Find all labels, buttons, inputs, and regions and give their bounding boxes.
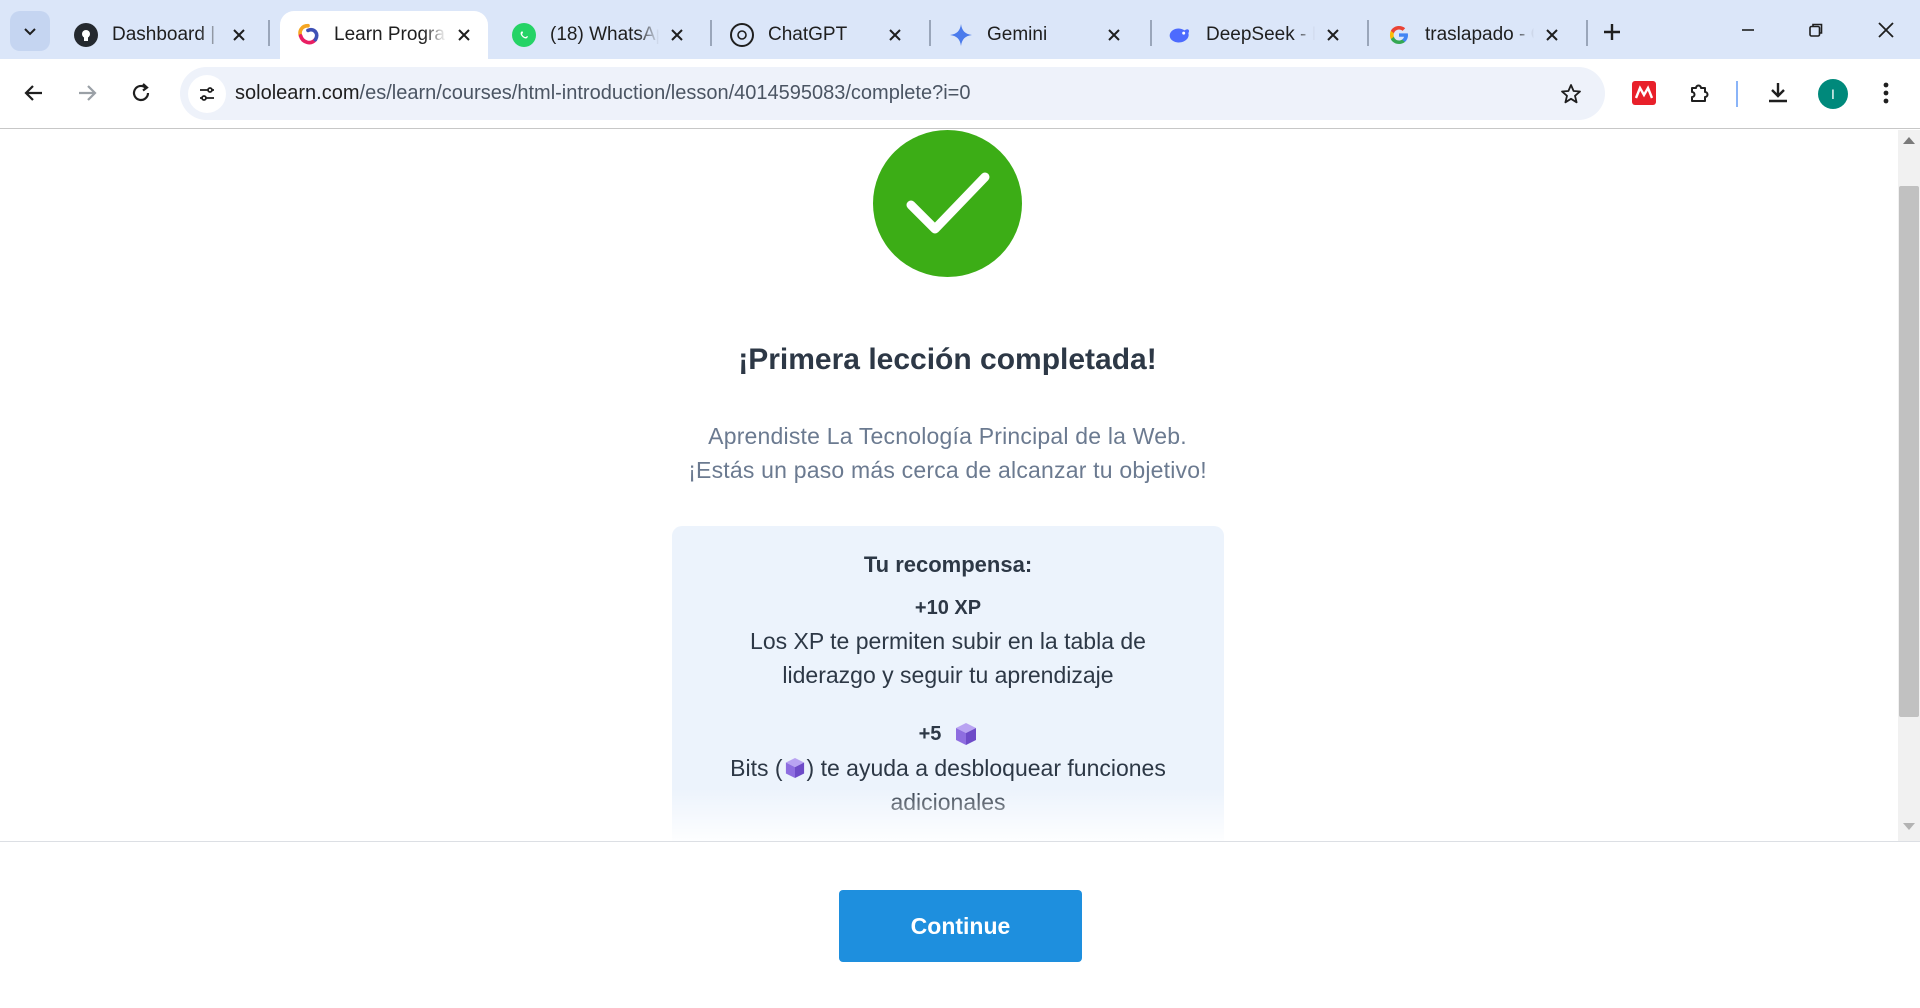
url-text[interactable]: sololearn.com/es/learn/courses/html-intr… bbox=[235, 67, 970, 120]
tab-title: ChatGPT bbox=[768, 24, 848, 45]
more-vertical-icon bbox=[1883, 82, 1889, 104]
downloads-button[interactable] bbox=[1758, 73, 1798, 113]
browser-menu-button[interactable] bbox=[1866, 73, 1906, 113]
close-icon[interactable] bbox=[227, 23, 251, 47]
xp-amount: +10 XP bbox=[914, 597, 982, 619]
checkmark-icon bbox=[906, 172, 989, 233]
scrollbar-thumb[interactable] bbox=[1899, 186, 1919, 717]
mendeley-extension-button[interactable] bbox=[1624, 73, 1664, 113]
gemini-icon bbox=[949, 23, 973, 47]
scroll-down-arrow[interactable] bbox=[1903, 823, 1915, 830]
tab-gemini[interactable]: Gemini bbox=[933, 11, 1138, 59]
tab-title: Dashboard | D bbox=[112, 24, 221, 45]
tab-deepseek[interactable]: DeepSeek - In bbox=[1152, 11, 1357, 59]
summary-line-2: ¡Estás un paso más cerca de alcanzar tu … bbox=[688, 457, 1207, 483]
puzzle-icon bbox=[1691, 84, 1709, 102]
whatsapp-icon bbox=[512, 23, 536, 47]
lesson-footer: Continue bbox=[0, 841, 1920, 1008]
arrow-right-icon bbox=[79, 85, 97, 101]
bits-desc-before: Bits ( bbox=[730, 755, 783, 781]
tab-whatsapp[interactable]: (18) WhatsApp bbox=[496, 11, 701, 59]
deepseek-icon bbox=[1168, 23, 1192, 47]
success-check-badge bbox=[873, 130, 1022, 277]
lesson-complete-page: ¡Primera lección completada! Aprendiste … bbox=[0, 130, 1900, 841]
forward-button[interactable] bbox=[67, 73, 107, 113]
close-icon[interactable] bbox=[1321, 23, 1345, 47]
profile-avatar[interactable]: I bbox=[1818, 79, 1848, 109]
close-icon[interactable] bbox=[1540, 23, 1564, 47]
tab-title: traslapado - G bbox=[1425, 24, 1534, 45]
summary-line-1: Aprendiste La Tecnología Principal de la… bbox=[708, 423, 1187, 449]
bits-amount: +5 bbox=[918, 722, 942, 745]
bits-reward-row: +5 bbox=[672, 722, 1224, 746]
new-tab-button[interactable] bbox=[1594, 14, 1630, 50]
arrow-left-icon bbox=[24, 85, 42, 101]
close-icon[interactable] bbox=[452, 23, 476, 47]
minimize-icon bbox=[1742, 29, 1754, 31]
extensions-button[interactable] bbox=[1680, 73, 1720, 113]
reward-title: Tu recompensa: bbox=[863, 552, 1033, 577]
tab-dashboard[interactable]: Dashboard | D bbox=[58, 11, 263, 59]
continue-button[interactable]: Continue bbox=[839, 890, 1082, 962]
xp-description: Los XP te permiten subir en la tabla de … bbox=[750, 628, 1146, 688]
tab-strip: Dashboard | D Learn Program (18) WhatsAp… bbox=[0, 0, 1920, 59]
close-icon[interactable] bbox=[883, 23, 907, 47]
site-info-button[interactable] bbox=[188, 75, 226, 113]
reload-icon bbox=[132, 83, 150, 102]
chatgpt-icon bbox=[730, 23, 754, 47]
chevron-down-icon bbox=[24, 28, 36, 36]
google-icon bbox=[1387, 23, 1411, 47]
reload-button[interactable] bbox=[121, 73, 161, 113]
tab-chatgpt[interactable]: ChatGPT bbox=[714, 11, 919, 59]
url-host: sololearn.com bbox=[235, 82, 360, 104]
github-icon bbox=[74, 23, 98, 47]
browser-toolbar: sololearn.com/es/learn/courses/html-intr… bbox=[0, 59, 1920, 129]
close-icon[interactable] bbox=[665, 23, 689, 47]
tab-title: (18) WhatsApp bbox=[550, 24, 659, 45]
lesson-summary: Aprendiste La Tecnología Principal de la… bbox=[0, 419, 1895, 487]
back-button[interactable] bbox=[14, 73, 54, 113]
plus-icon bbox=[1604, 24, 1620, 40]
bookmark-star-button[interactable] bbox=[1557, 80, 1585, 108]
close-icon bbox=[1878, 22, 1894, 38]
bit-cube-icon bbox=[785, 758, 804, 778]
page-title: ¡Primera lección completada! bbox=[738, 343, 1157, 376]
tab-title: DeepSeek - In bbox=[1206, 24, 1315, 45]
url-path: /es/learn/courses/html-introduction/less… bbox=[359, 82, 971, 104]
tab-title: Learn Program bbox=[334, 24, 446, 45]
restore-icon bbox=[1809, 23, 1823, 37]
scroll-up-arrow[interactable] bbox=[1903, 137, 1915, 144]
address-bar[interactable]: sololearn.com/es/learn/courses/html-intr… bbox=[180, 67, 1605, 120]
mendeley-icon bbox=[1632, 81, 1656, 105]
download-icon bbox=[1769, 83, 1787, 103]
sololearn-icon bbox=[296, 23, 320, 47]
star-icon bbox=[1561, 84, 1581, 104]
close-window-button[interactable] bbox=[1858, 10, 1914, 50]
close-icon[interactable] bbox=[1102, 23, 1126, 47]
tab-learn-programming[interactable]: Learn Program bbox=[280, 11, 488, 59]
bit-cube-icon bbox=[956, 723, 977, 745]
reward-card-fade bbox=[672, 788, 1224, 841]
minimize-button[interactable] bbox=[1720, 10, 1776, 50]
tab-google-search[interactable]: traslapado - G bbox=[1371, 11, 1576, 59]
tab-title: Gemini bbox=[987, 24, 1048, 45]
profile-initial: I bbox=[1831, 86, 1835, 102]
tab-search-button[interactable] bbox=[10, 11, 50, 51]
tune-icon bbox=[200, 87, 214, 101]
restore-button[interactable] bbox=[1788, 10, 1844, 50]
